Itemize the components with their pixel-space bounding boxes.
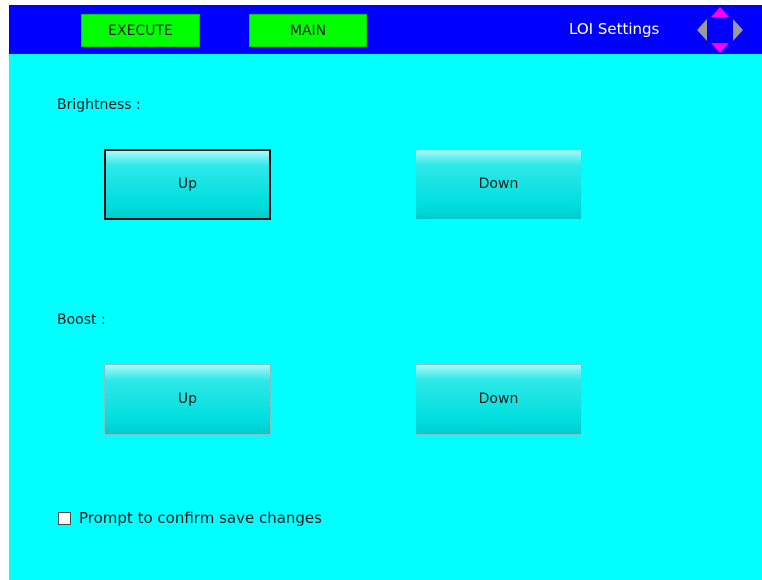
- arrow-left-icon[interactable]: [697, 19, 707, 41]
- arrow-right-icon[interactable]: [733, 19, 743, 41]
- brightness-down-button[interactable]: Down: [415, 149, 582, 220]
- arrow-up-icon[interactable]: [711, 7, 729, 17]
- header-bar: EXECUTE MAIN LOI Settings: [9, 5, 762, 54]
- loi-settings-screen: EXECUTE MAIN LOI Settings Brightness : U…: [9, 5, 762, 580]
- boost-down-button[interactable]: Down: [415, 364, 582, 435]
- boost-label: Boost :: [57, 312, 106, 328]
- confirm-save-checkbox[interactable]: [58, 512, 71, 525]
- execute-button[interactable]: EXECUTE: [81, 14, 200, 47]
- four-way-arrows-icon[interactable]: [696, 7, 744, 54]
- brightness-up-button[interactable]: Up: [104, 149, 271, 220]
- brightness-label: Brightness :: [57, 97, 141, 113]
- arrow-down-icon[interactable]: [711, 43, 729, 53]
- boost-up-button[interactable]: Up: [104, 364, 271, 435]
- screen-title: LOI Settings: [569, 20, 660, 38]
- main-button[interactable]: MAIN: [249, 14, 367, 47]
- confirm-save-label[interactable]: Prompt to confirm save changes: [79, 508, 322, 528]
